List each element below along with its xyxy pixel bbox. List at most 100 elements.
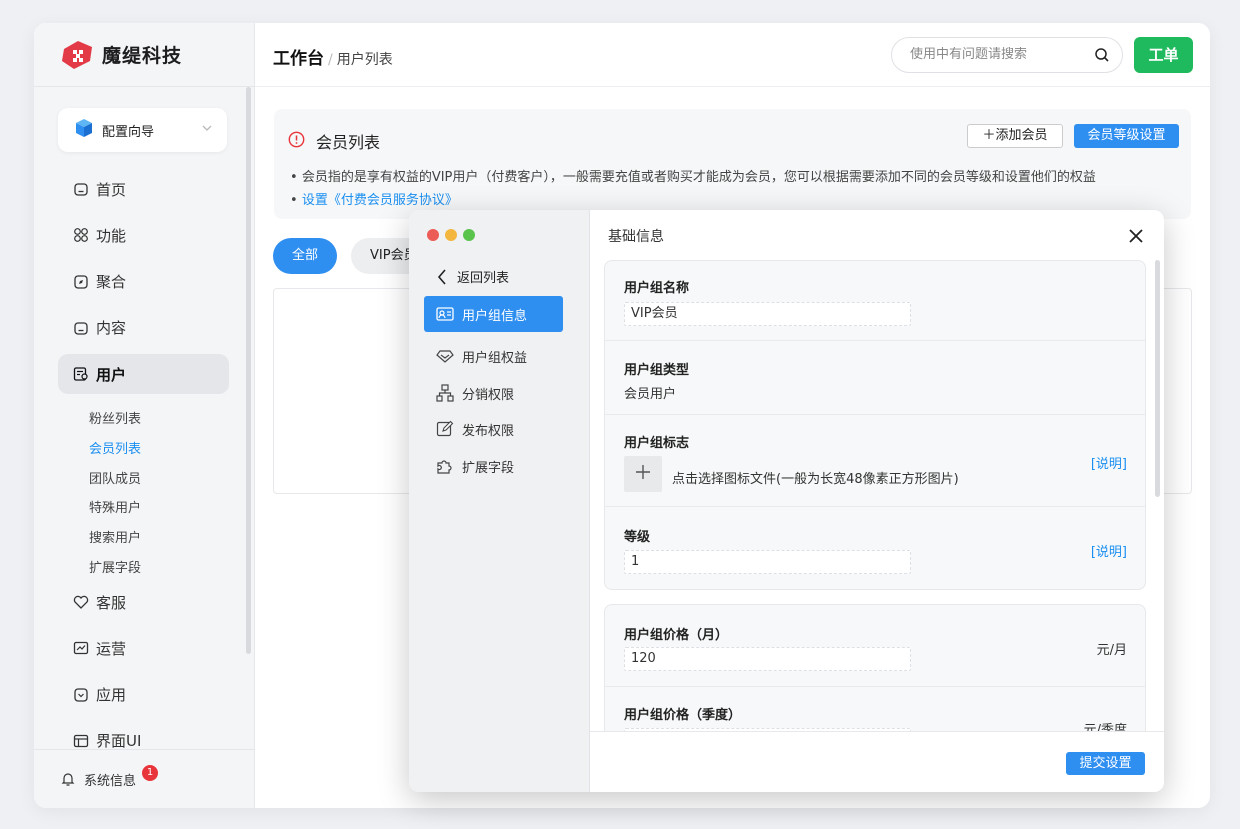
field-label: 用户组价格（季度）: [624, 708, 742, 723]
modal-nav-group-benefits[interactable]: 用户组权益: [424, 338, 563, 374]
subnav-item-members[interactable]: 会员列表: [89, 435, 141, 465]
modal-sidebar: 返回列表 用户组信息 用户组权益 分销权限 发布权限 扩展字段: [409, 210, 590, 792]
edit-icon: [436, 420, 454, 438]
cube-icon: [74, 118, 94, 142]
sidebar-item-service[interactable]: 客服: [58, 582, 141, 622]
field-label: 用户组价格（月）: [624, 628, 729, 643]
window-close-dot[interactable]: [427, 229, 439, 241]
heart-icon: [72, 593, 90, 611]
notice-description: • 会员指的是享有权益的VIP用户（付费客户），一般需要充值或者购买才能成为会员…: [290, 170, 1096, 185]
config-wizard-button[interactable]: 配置向导: [58, 108, 227, 152]
logo-help-link[interactable]: [说明]: [1091, 453, 1127, 472]
modal-scrollbar[interactable]: [1155, 260, 1160, 497]
field-label: 等级: [624, 530, 651, 545]
subnav-item-team[interactable]: 团队成员: [89, 465, 141, 495]
brand-name: 魔缇科技: [102, 45, 183, 67]
content-icon: [72, 319, 90, 337]
back-to-list-button[interactable]: 返回列表: [437, 267, 509, 286]
chart-icon: [72, 639, 90, 657]
sidebar-item-features[interactable]: 功能: [58, 215, 238, 255]
grid-icon: [72, 226, 90, 244]
modal-nav-extend-fields[interactable]: 扩展字段: [424, 448, 563, 484]
sidebar-item-operations[interactable]: 运营: [58, 628, 141, 668]
breadcrumb-separator: /: [328, 52, 333, 68]
top-bar: 工作台/用户列表 工单: [255, 23, 1210, 87]
field-label: 用户组标志: [624, 436, 690, 451]
subnav-item-extend-fields[interactable]: 扩展字段: [89, 554, 141, 584]
diamond-icon: [436, 348, 454, 364]
chevron-left-icon: [437, 268, 447, 286]
app-icon: [72, 686, 90, 704]
search-input[interactable]: [910, 47, 1080, 62]
puzzle-icon: [436, 457, 454, 475]
plus-icon: ＋: [982, 128, 996, 143]
modal-footer: 提交设置: [590, 731, 1164, 792]
modal-nav-distribution[interactable]: 分销权限: [424, 375, 563, 411]
chevron-down-icon: [201, 122, 213, 137]
window-minimize-dot[interactable]: [445, 229, 457, 241]
field-group-name: 用户组名称 VIP会员: [605, 261, 1145, 341]
submit-settings-button[interactable]: 提交设置: [1066, 752, 1145, 775]
ticket-button[interactable]: 工单: [1134, 37, 1193, 73]
logo-icon: [60, 39, 96, 71]
sidebar-item-label: 用户: [96, 365, 127, 384]
sidebar-item-label: 内容: [96, 319, 127, 338]
modal-nav-group-info[interactable]: 用户组信息: [424, 296, 563, 332]
modal-main: 基础信息 用户组名称 VIP会员 用户组类型 会员用户 用户组标志 点击选择图标…: [590, 210, 1164, 792]
field-label: 用户组类型: [624, 363, 690, 378]
close-icon[interactable]: [1127, 227, 1145, 249]
tab-all[interactable]: 全部: [273, 238, 337, 274]
bell-icon: [60, 771, 76, 787]
sidebar-nav-secondary: 客服 运营 应用 界面UI: [58, 582, 141, 767]
sidebar-item-content[interactable]: 内容: [58, 308, 238, 348]
breadcrumb: 工作台 / 用户列表: [273, 44, 393, 69]
sidebar-item-home[interactable]: 首页: [58, 169, 238, 209]
price-month-input[interactable]: 120: [624, 647, 911, 671]
system-info-label: 系统信息: [84, 773, 137, 789]
user-card-icon: [72, 365, 90, 383]
sidebar-item-label: 聚合: [96, 273, 127, 292]
system-info-button[interactable]: 系统信息 1: [34, 749, 255, 808]
add-member-button[interactable]: ＋添加会员: [967, 124, 1063, 148]
user-group-modal: 返回列表 用户组信息 用户组权益 分销权限 发布权限 扩展字段 基础信息 用户组…: [409, 210, 1164, 792]
field-group-logo: 用户组标志 点击选择图标文件(一般为长宽48像素正方形图片) [说明]: [605, 415, 1145, 507]
price-month-unit: 元/月: [1096, 643, 1127, 658]
breadcrumb-current: 用户列表: [336, 52, 393, 68]
sidebar-item-users[interactable]: 用户: [58, 354, 229, 395]
window-maximize-dot[interactable]: [463, 229, 475, 241]
layout-icon: [72, 732, 90, 750]
sidebar-nav: 首页 功能 聚合 内容 用户: [58, 169, 238, 400]
group-name-input[interactable]: VIP会员: [624, 302, 911, 326]
notification-badge: 1: [142, 765, 159, 781]
level-help-link[interactable]: [说明]: [1091, 541, 1127, 560]
search-icon[interactable]: [1094, 47, 1110, 67]
sidebar-item-label: 功能: [96, 226, 127, 245]
sidebar-item-apps[interactable]: 应用: [58, 675, 141, 715]
breadcrumb-root[interactable]: 工作台: [273, 49, 324, 69]
service-agreement-link[interactable]: • 设置《付费会员服务协议》: [290, 189, 458, 208]
sidebar-scrollbar[interactable]: [246, 87, 251, 654]
upload-logo-button[interactable]: [624, 456, 662, 492]
compass-icon: [72, 273, 90, 291]
wizard-label: 配置向导: [102, 124, 155, 140]
subnav-item-search-users[interactable]: 搜索用户: [89, 524, 141, 554]
sidebar-item-label: 应用: [96, 686, 127, 705]
member-level-settings-button[interactable]: 会员等级设置: [1074, 124, 1179, 148]
brand[interactable]: 魔缇科技: [34, 23, 254, 87]
org-chart-icon: [436, 384, 454, 402]
notice-title: 会员列表: [316, 133, 381, 152]
field-label: 用户组名称: [624, 281, 690, 296]
subnav-item-special-users[interactable]: 特殊用户: [89, 494, 141, 524]
field-group-type: 用户组类型 会员用户: [605, 341, 1145, 415]
sidebar-item-label: 首页: [96, 180, 127, 199]
level-input[interactable]: 1: [624, 550, 911, 574]
id-card-icon: [436, 306, 454, 322]
sidebar-item-aggregate[interactable]: 聚合: [58, 262, 238, 302]
sidebar-item-label: 客服: [96, 593, 127, 612]
modal-nav-publish[interactable]: 发布权限: [424, 411, 563, 447]
subnav-item-fans[interactable]: 粉丝列表: [89, 405, 141, 435]
basic-info-card: 用户组名称 VIP会员 用户组类型 会员用户 用户组标志 点击选择图标文件(一般…: [604, 260, 1146, 590]
upload-logo-hint[interactable]: 点击选择图标文件(一般为长宽48像素正方形图片): [672, 468, 959, 487]
sidebar: 魔缇科技 配置向导 首页 功能 聚合 内容 用户 粉丝列表 会员列表 团队成员 …: [34, 23, 255, 808]
field-price-month: 用户组价格（月） 120 元/月: [605, 605, 1145, 687]
